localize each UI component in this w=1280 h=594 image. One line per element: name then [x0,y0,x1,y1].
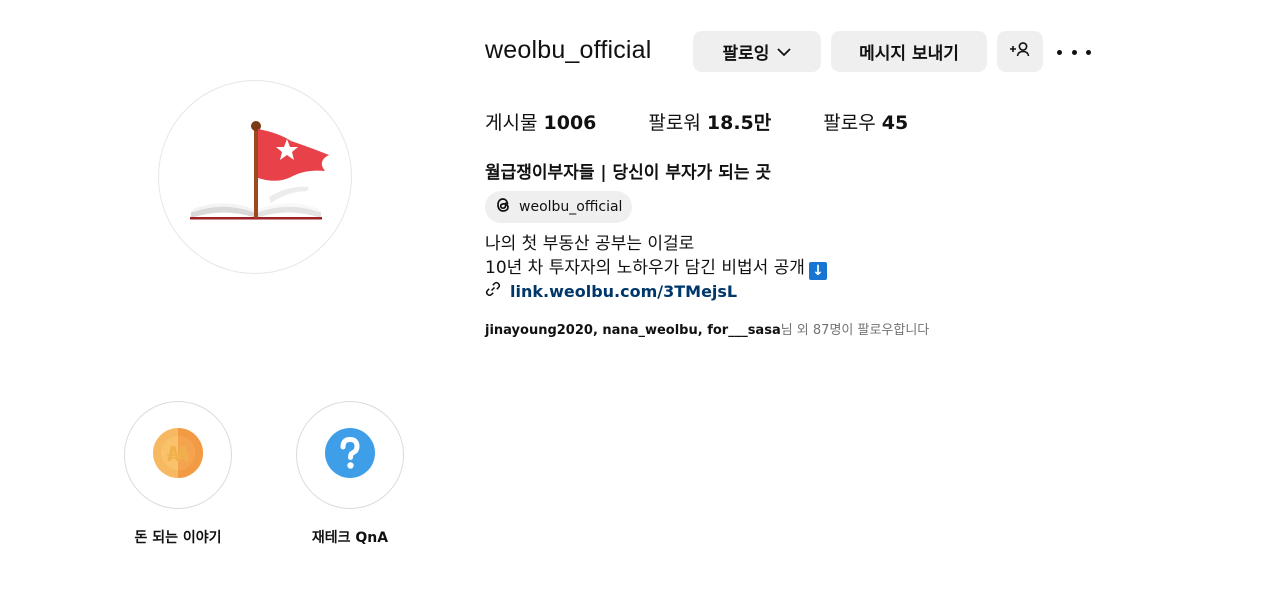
posts-label: 게시물 [485,112,538,134]
highlight-ring [296,401,404,509]
coin-icon: ₩ [152,427,204,484]
bio-line-1: 나의 첫 부동산 공부는 이걸로 [485,234,695,254]
question-icon [324,427,376,484]
highlight-label: 재테크 QnA [311,530,389,546]
posts-value: 1006 [543,112,597,134]
add-user-icon [1009,41,1031,62]
followers-label: 팔로워 [648,112,701,134]
following-value: 45 [881,112,909,134]
highlight-finance-qna[interactable]: 재테크 QnA [295,401,405,547]
more-options-icon[interactable] [1057,38,1091,66]
add-user-button[interactable] [997,31,1043,72]
svg-text:₩: ₩ [167,441,189,465]
following-button[interactable]: 팔로잉 [693,31,821,72]
highlight-money-stories[interactable]: ₩ 돈 되는 이야기 [123,401,233,547]
message-button[interactable]: 메시지 보내기 [831,31,987,72]
posts-count: 게시물 1006 [485,108,596,135]
following-button-label: 팔로잉 [722,44,770,64]
threads-icon [493,195,519,219]
link-text: link.weolbu.com/3TMejsL [510,281,738,301]
flag-book-logo [190,121,329,220]
profile-link[interactable]: link.weolbu.com/3TMejsL [485,281,737,301]
chevron-down-icon [777,42,792,62]
link-icon [485,281,510,301]
threads-badge[interactable]: weolbu_official [485,191,633,223]
followed-by-suffix: 님 외 87명이 팔로우합니다 [780,323,930,338]
highlight-label: 돈 되는 이야기 [134,530,222,546]
profile-avatar[interactable] [158,80,352,274]
down-arrow-emoji-icon: ↓ [808,262,827,280]
followed-by-names: jinayoung2020, nana_weolbu, for___sasa [485,323,781,338]
following-label: 팔로우 [823,112,876,134]
followed-by[interactable]: jinayoung2020, nana_weolbu, for___sasa님 … [485,319,929,338]
full-name: 월급쟁이부자들 | 당신이 부자가 되는 곳 [485,163,772,183]
highlight-ring: ₩ [124,401,232,509]
followers-value: 18.5만 [706,112,772,134]
profile-stats: 게시물 1006 팔로워 18.5만 팔로우 45 [485,108,960,135]
bio-line-2: 10년 차 투자자의 노하우가 담긴 비법서 공개 ↓ [485,256,827,280]
following-count[interactable]: 팔로우 45 [823,108,908,135]
username: weolbu_official [485,36,652,64]
followers-count[interactable]: 팔로워 18.5만 [648,108,771,135]
bio: 나의 첫 부동산 공부는 이걸로 10년 차 투자자의 노하우가 담긴 비법서 … [485,232,827,280]
bio-line-2-text: 10년 차 투자자의 노하우가 담긴 비법서 공개 [485,258,805,278]
threads-handle: weolbu_official [519,199,623,215]
